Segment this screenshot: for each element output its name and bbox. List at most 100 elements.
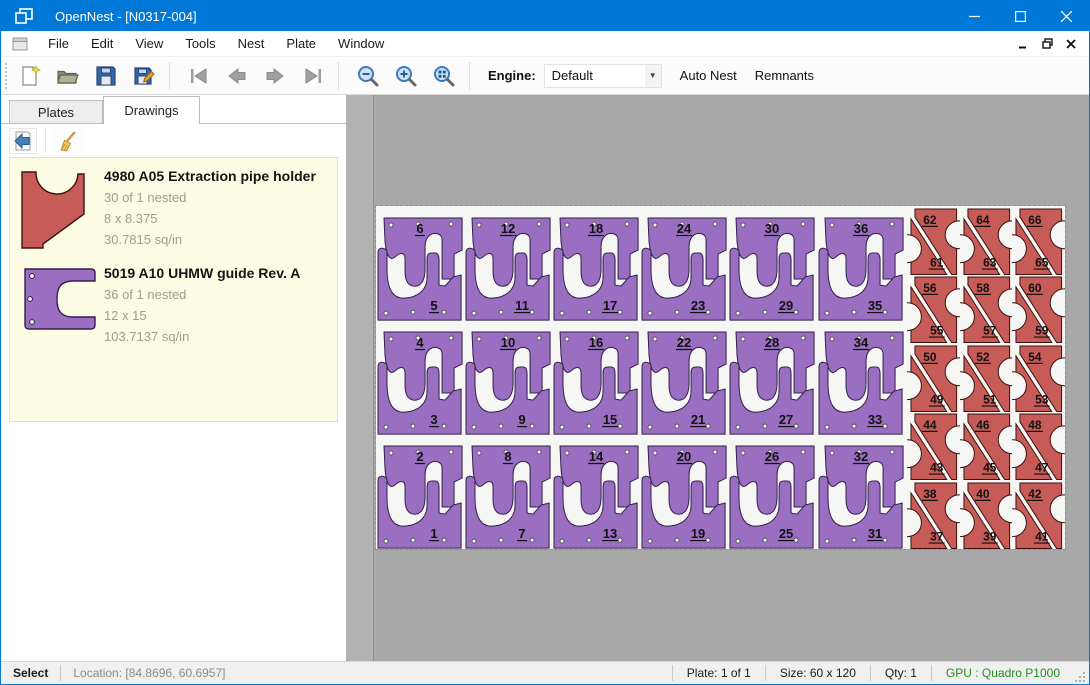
plate[interactable]: 6512111817242330293635431091615222128273…	[376, 206, 1065, 549]
part-number: 4	[416, 335, 424, 350]
mdi-document-icon[interactable]	[12, 37, 28, 51]
part-number: 24	[677, 221, 692, 236]
nest-part-pair-purple[interactable]: 3635	[818, 207, 906, 321]
status-plate: Plate: 1 of 1	[673, 662, 765, 684]
save-as-button[interactable]	[127, 60, 161, 92]
nest-part-pair-red[interactable]: 6059	[1012, 275, 1065, 344]
part-number: 66	[1028, 212, 1042, 226]
nest-part-pair-purple[interactable]: 3029	[729, 207, 817, 321]
nest-part-pair-red[interactable]: 3837	[907, 481, 960, 550]
first-plate-button[interactable]	[182, 60, 216, 92]
save-button[interactable]	[89, 60, 123, 92]
nest-part-pair-purple[interactable]: 3231	[818, 435, 906, 549]
part-number: 26	[765, 449, 779, 464]
nest-part-pair-purple[interactable]: 1211	[465, 207, 553, 321]
part-number: 54	[1028, 349, 1042, 363]
nest-part-pair-red[interactable]: 4645	[960, 412, 1013, 481]
part-number: 29	[779, 298, 793, 313]
mdi-restore-button[interactable]	[1035, 34, 1059, 54]
menu-window[interactable]: Window	[327, 31, 395, 56]
toolbar-grip[interactable]	[5, 63, 9, 89]
part-number: 13	[603, 526, 617, 541]
nest-part-pair-red[interactable]: 6463	[960, 207, 1013, 276]
nest-part-pair-red[interactable]: 5049	[907, 344, 960, 413]
nest-part-pair-red[interactable]: 4443	[907, 412, 960, 481]
import-drawing-button[interactable]	[9, 128, 37, 154]
nest-part-pair-purple[interactable]: 3433	[818, 321, 906, 435]
part-number: 27	[779, 412, 793, 427]
nest-part-pair-red[interactable]: 5251	[960, 344, 1013, 413]
drawing-entry-red[interactable]: 4980 A05 Extraction pipe holder 30 of 1 …	[20, 164, 337, 255]
menu-nest[interactable]: Nest	[227, 31, 276, 56]
nest-part-pair-purple[interactable]: 87	[465, 435, 553, 549]
nest-part-pair-red[interactable]: 6261	[907, 207, 960, 276]
part-number: 37	[930, 529, 944, 543]
nest-part-pair-purple[interactable]: 1817	[553, 207, 641, 321]
part-number: 32	[853, 449, 867, 464]
zoom-in-button[interactable]	[389, 60, 423, 92]
resize-grip[interactable]	[1074, 671, 1086, 683]
auto-nest-button[interactable]: Auto Nest	[680, 68, 737, 83]
zoom-out-button[interactable]	[351, 60, 385, 92]
minimize-button[interactable]	[951, 1, 997, 31]
menu-tools[interactable]: Tools	[174, 31, 226, 56]
left-panel: Plates Drawings	[1, 95, 346, 661]
nest-part-pair-purple[interactable]: 21	[377, 435, 465, 549]
nest-part-pair-red[interactable]: 4847	[1012, 412, 1065, 481]
nest-part-pair-red[interactable]: 5655	[907, 275, 960, 344]
nest-part-pair-red[interactable]: 54 53	[1012, 344, 1065, 413]
nest-part-pair-purple[interactable]: 1413	[553, 435, 641, 549]
menu-edit[interactable]: Edit	[80, 31, 124, 56]
canvas-left-strip	[346, 95, 374, 661]
tab-plates[interactable]: Plates	[9, 100, 103, 124]
menu-file[interactable]: File	[37, 31, 80, 56]
drawings-list: 4980 A05 Extraction pipe holder 30 of 1 …	[9, 157, 338, 422]
chevron-down-icon[interactable]: ▼	[645, 65, 661, 87]
nest-canvas[interactable]: 6512111817242330293635431091615222128273…	[346, 95, 1089, 661]
menu-plate[interactable]: Plate	[275, 31, 327, 56]
nest-part-pair-purple[interactable]: 109	[465, 321, 553, 435]
new-button[interactable]	[13, 60, 47, 92]
mdi-close-button[interactable]	[1059, 34, 1083, 54]
part-number: 36	[853, 221, 867, 236]
toolbar-separator	[338, 62, 339, 90]
nest-part-pair-red[interactable]: 5857	[960, 275, 1013, 344]
nest-part-pair-purple[interactable]: 28 27	[729, 321, 817, 435]
part-number: 25	[779, 526, 793, 541]
mdi-minimize-button[interactable]	[1011, 34, 1035, 54]
engine-combobox[interactable]: Default ▼	[544, 64, 662, 88]
nest-part-pair-purple[interactable]: 2019	[641, 435, 729, 549]
part-number: 53	[1035, 392, 1049, 406]
part-number: 17	[603, 298, 617, 313]
clear-drawings-button[interactable]	[54, 128, 82, 154]
tab-drawings[interactable]: Drawings	[103, 96, 200, 124]
close-button[interactable]	[1043, 1, 1089, 31]
maximize-button[interactable]	[997, 1, 1043, 31]
remnants-button[interactable]: Remnants	[755, 68, 814, 83]
nest-part-pair-purple[interactable]: 26 25	[729, 435, 817, 549]
nest-part-pair-red[interactable]: 4241	[1012, 481, 1065, 550]
part-number: 45	[983, 461, 997, 475]
zoom-fit-button[interactable]	[427, 60, 461, 92]
previous-plate-button[interactable]	[220, 60, 254, 92]
drawing-entry-purple[interactable]: 5019 A10 UHMW guide Rev. A 36 of 1 neste…	[20, 261, 337, 344]
next-plate-button[interactable]	[258, 60, 292, 92]
part-number: 11	[515, 298, 529, 313]
nest-part-pair-purple[interactable]: 2423	[641, 207, 729, 321]
part-number: 18	[589, 221, 603, 236]
part-number: 28	[765, 335, 779, 350]
part-number: 43	[930, 461, 944, 475]
nest-part-pair-red[interactable]: 6665	[1012, 207, 1065, 276]
drawing-thumbnail-red	[20, 170, 86, 250]
nest-part-pair-purple[interactable]: 65	[377, 207, 465, 321]
menu-view[interactable]: View	[124, 31, 174, 56]
open-button[interactable]	[51, 60, 85, 92]
nest-part-pair-purple[interactable]: 43	[377, 321, 465, 435]
part-number: 8	[505, 449, 512, 464]
drawing-area: 103.7137 sq/in	[104, 329, 300, 344]
main-toolbar: Engine: Default ▼ Auto Nest Remnants	[1, 57, 1089, 95]
nest-part-pair-purple[interactable]: 2221	[641, 321, 729, 435]
last-plate-button[interactable]	[296, 60, 330, 92]
nest-part-pair-red[interactable]: 4039	[960, 481, 1013, 550]
nest-part-pair-purple[interactable]: 1615	[553, 321, 641, 435]
